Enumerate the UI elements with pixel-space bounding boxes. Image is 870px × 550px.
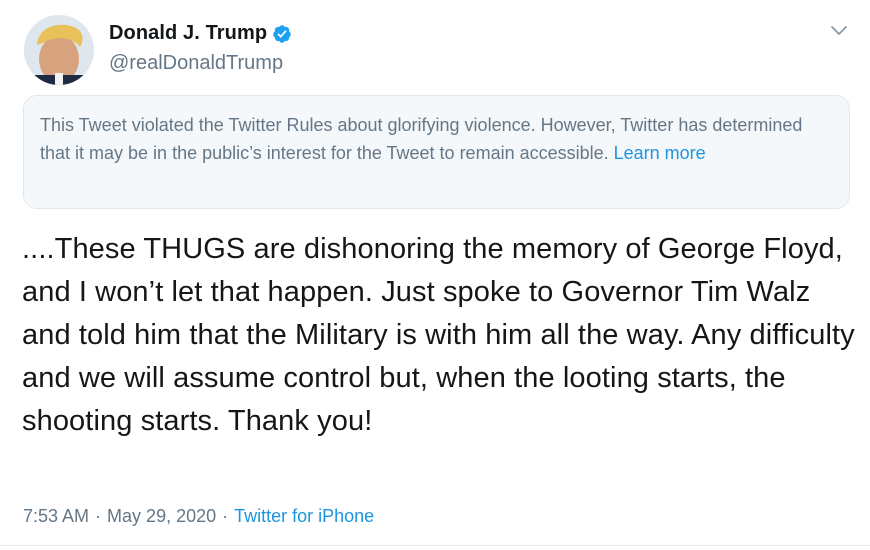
tweet-date[interactable]: May 29, 2020: [107, 506, 216, 527]
avatar[interactable]: [24, 15, 94, 85]
chevron-down-icon[interactable]: [830, 24, 848, 38]
tweet-text: ....These THUGS are dishonoring the memo…: [22, 233, 855, 437]
meta-separator: ·: [222, 506, 229, 526]
meta-separator: ·: [95, 506, 102, 526]
tweet-source-link[interactable]: Twitter for iPhone: [234, 506, 374, 527]
tweet-metadata: 7:53 AM · May 29, 2020 · Twitter for iPh…: [23, 506, 374, 527]
author-name-row: Donald J. Trump: [109, 22, 292, 45]
learn-more-link[interactable]: Learn more: [614, 143, 706, 163]
display-name[interactable]: Donald J. Trump: [109, 22, 267, 45]
rules-violation-notice: This Tweet violated the Twitter Rules ab…: [23, 95, 850, 209]
user-handle[interactable]: @realDonaldTrump: [109, 52, 283, 75]
avatar-image: [24, 15, 94, 85]
divider: [0, 545, 870, 546]
verified-badge-icon: [272, 24, 292, 44]
tweet-time[interactable]: 7:53 AM: [23, 506, 89, 527]
tweet-card: Donald J. Trump @realDonaldTrump This Tw…: [0, 0, 870, 550]
